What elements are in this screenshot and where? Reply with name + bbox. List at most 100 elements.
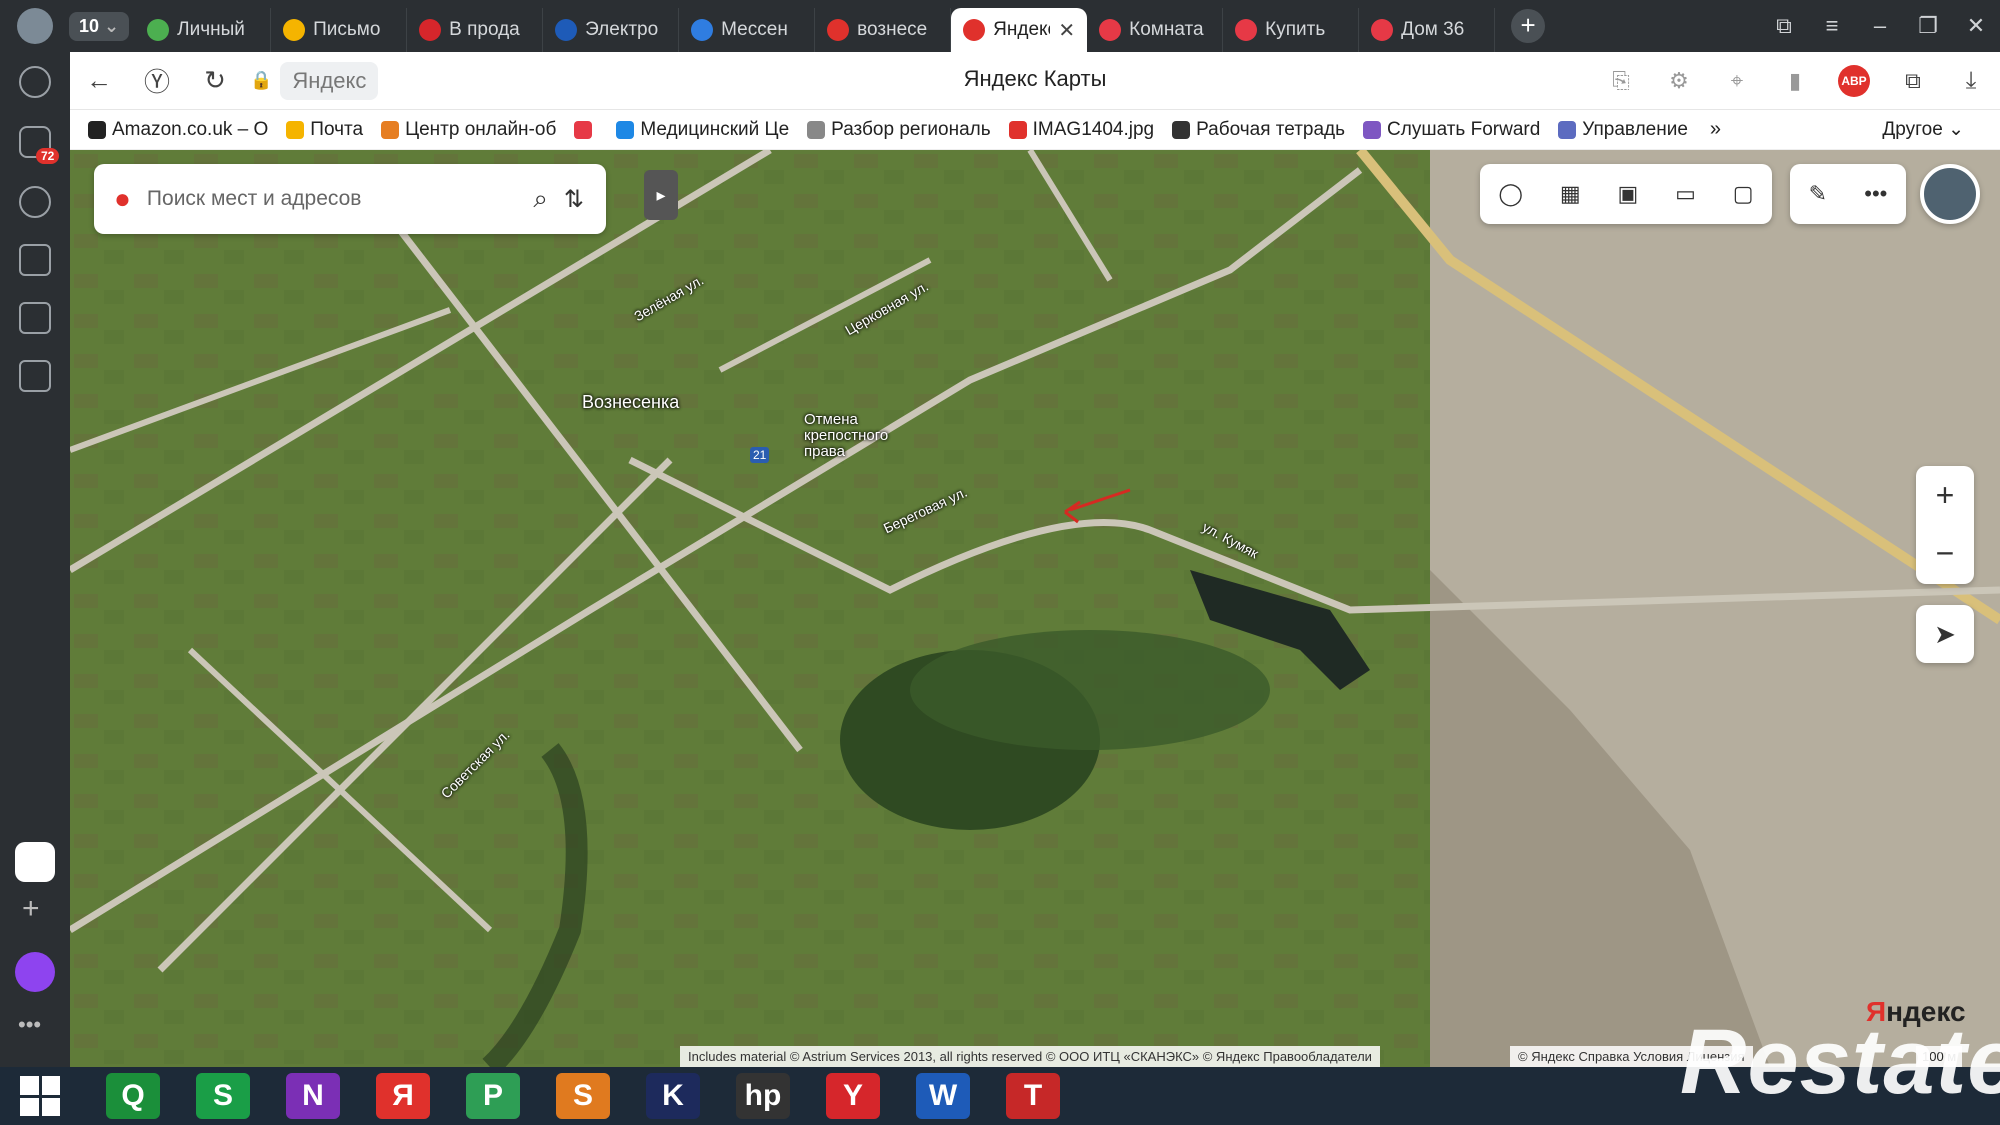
tab-favicon-icon — [555, 19, 578, 41]
monument-label[interactable]: Отмена крепостного права — [804, 412, 924, 460]
yandex-home-icon[interactable]: Ⓨ — [128, 62, 186, 99]
overlay-icon[interactable]: ▢ — [1733, 181, 1754, 207]
play-icon[interactable] — [19, 66, 51, 98]
bookmark-favicon-icon — [1172, 120, 1191, 139]
tab-counter[interactable]: 10 ⌄ — [69, 11, 130, 41]
satellite-map[interactable]: Вознесенка Отмена крепостного права 21 З… — [70, 150, 2000, 1067]
bookmark-label: IMAG1404.jpg — [1032, 118, 1155, 140]
bookmark-favicon-icon — [1363, 120, 1382, 139]
search-input[interactable]: Поиск мест и адресов — [147, 187, 517, 211]
translate-icon[interactable]: ⎘ — [1592, 68, 1650, 94]
bookmark-item[interactable]: Разбор региональ — [807, 118, 991, 141]
profile-avatar[interactable] — [17, 8, 53, 44]
taskbar-app-icon[interactable]: S — [196, 1073, 250, 1119]
new-tab-button[interactable]: + — [1511, 9, 1546, 43]
layers-icon[interactable]: ◯ — [1498, 181, 1523, 207]
taskbar-app-icon[interactable]: K — [646, 1073, 700, 1119]
collections-sidebar-icon[interactable] — [19, 302, 51, 334]
minimize-button[interactable]: – — [1856, 13, 1904, 39]
bookmark-item[interactable]: IMAG1404.jpg — [1008, 118, 1155, 141]
bookmarks-other-folder[interactable]: Другое ⌄ — [1882, 118, 1964, 141]
map-search-box[interactable]: ● Поиск мест и адресов ⌕ ⇅ — [94, 164, 606, 234]
tab-favicon-icon — [283, 19, 306, 41]
tab-label: Дом 36 — [1401, 19, 1465, 40]
taskbar-app-icon[interactable]: W — [916, 1073, 970, 1119]
map-imagery[interactable] — [70, 150, 2000, 1067]
user-avatar[interactable] — [1920, 164, 1980, 224]
taskbar-app-icon[interactable]: hp — [736, 1073, 790, 1119]
reload-button[interactable]: ↻ — [186, 65, 244, 96]
tabs-icon[interactable] — [19, 244, 51, 276]
panorama-icon[interactable]: ▣ — [1617, 181, 1638, 207]
tab-6[interactable]: Яндекс ✕ — [951, 8, 1088, 52]
bookmark-item[interactable]: Слушать Forward — [1363, 119, 1540, 141]
bookmark-favicon-icon — [381, 120, 400, 139]
location-icon[interactable]: ⌖ — [1708, 68, 1766, 94]
windows-start-icon[interactable] — [20, 1076, 60, 1116]
route-icon[interactable]: ⇅ — [564, 185, 584, 214]
tab-9[interactable]: Дом 36 — [1359, 8, 1496, 52]
screenshot-icon[interactable] — [19, 360, 51, 392]
tab-3[interactable]: Электро — [543, 8, 680, 52]
taskbar-app-icon[interactable]: Y — [826, 1073, 880, 1119]
taskbar-app-icon[interactable]: P — [466, 1073, 520, 1119]
tab-2[interactable]: В прода — [407, 8, 544, 52]
bookmarks-bar: Amazon.co.uk – O Почта Центр онлайн-об Меди… — [70, 110, 2000, 150]
taskbar-app-icon[interactable]: Q — [106, 1073, 160, 1119]
tab-1[interactable]: Письмо — [271, 8, 408, 52]
adblock-icon[interactable]: ABP — [1838, 64, 1870, 97]
extensions-icon[interactable]: ⚙ — [1650, 68, 1708, 94]
collections-icon[interactable]: ⧉ — [1760, 13, 1808, 39]
taskbar-app-icon[interactable]: Я — [376, 1073, 430, 1119]
collapse-panel-button[interactable]: ▸ — [644, 170, 678, 220]
collections-button[interactable]: ⧉ — [1884, 68, 1942, 94]
bookmark-label: Медицинский Це — [640, 118, 790, 140]
menu-icon[interactable]: ≡ — [1808, 13, 1856, 39]
tab-7[interactable]: Комната — [1087, 8, 1224, 52]
taskbar-app-icon[interactable]: T — [1006, 1073, 1060, 1119]
bookmark-item[interactable]: Amazon.co.uk – O — [88, 119, 268, 141]
lock-icon: 🔒 — [250, 70, 273, 90]
taskbar-app-icon[interactable]: S — [556, 1073, 610, 1119]
url-field[interactable]: Яндекс — [280, 61, 379, 100]
bookmark-favicon-icon — [574, 120, 593, 139]
zoom-in-button[interactable]: + — [1916, 466, 1974, 524]
download-button[interactable]: ⤓ — [1942, 67, 2000, 95]
close-window-button[interactable]: ✕ — [1952, 13, 2000, 39]
bookmarks-more-button[interactable]: » — [1710, 118, 1721, 141]
ruler-icon[interactable]: ✎ — [1809, 181, 1827, 207]
restore-button[interactable]: ❐ — [1904, 13, 1952, 39]
zoom-control: + − — [1916, 466, 1974, 584]
tab-0[interactable]: Личный — [135, 8, 272, 52]
close-tab-icon[interactable]: ✕ — [1058, 18, 1075, 43]
more-tools-icon[interactable]: ••• — [1864, 181, 1887, 207]
bookmark-item[interactable]: Рабочая тетрадь — [1172, 119, 1345, 141]
tab-5[interactable]: вознесе — [815, 8, 952, 52]
bookmark-item[interactable]: Медицинский Це — [616, 119, 789, 141]
alice-icon[interactable] — [15, 952, 55, 992]
map-pin-icon: ● — [114, 183, 131, 214]
more-icon[interactable]: ••• — [18, 1012, 41, 1038]
transit-icon[interactable]: ▭ — [1675, 181, 1696, 207]
map-mode-icon[interactable]: ▦ — [1560, 181, 1581, 207]
geolocation-button[interactable]: ➤ — [1916, 605, 1974, 663]
tab-8[interactable]: Купить — [1223, 8, 1360, 52]
history-icon[interactable] — [19, 186, 51, 218]
bookmark-favicon-icon — [616, 120, 635, 139]
apps-icon[interactable] — [15, 842, 55, 882]
zoom-out-button[interactable]: − — [1916, 524, 1974, 582]
bookmark-item[interactable]: Почта — [286, 119, 363, 141]
bookmark-item[interactable]: Центр онлайн-об — [381, 119, 556, 141]
bookmark-icon[interactable]: ▮ — [1766, 68, 1824, 94]
tab-4[interactable]: Мессен — [679, 8, 816, 52]
tools-toolbar: ✎ ••• — [1790, 164, 1906, 224]
search-icon[interactable]: ⌕ — [533, 183, 548, 215]
bookmark-item[interactable] — [574, 119, 598, 141]
bookmark-label: Разбор региональ — [831, 118, 991, 140]
tab-favicon-icon — [1099, 19, 1122, 41]
add-panel-icon[interactable]: + — [22, 892, 40, 926]
restate-watermark: Restate — [1680, 1011, 2000, 1113]
taskbar-app-icon[interactable]: N — [286, 1073, 340, 1119]
bookmark-item[interactable]: Управление — [1558, 119, 1688, 141]
back-button[interactable]: ← — [70, 65, 128, 96]
